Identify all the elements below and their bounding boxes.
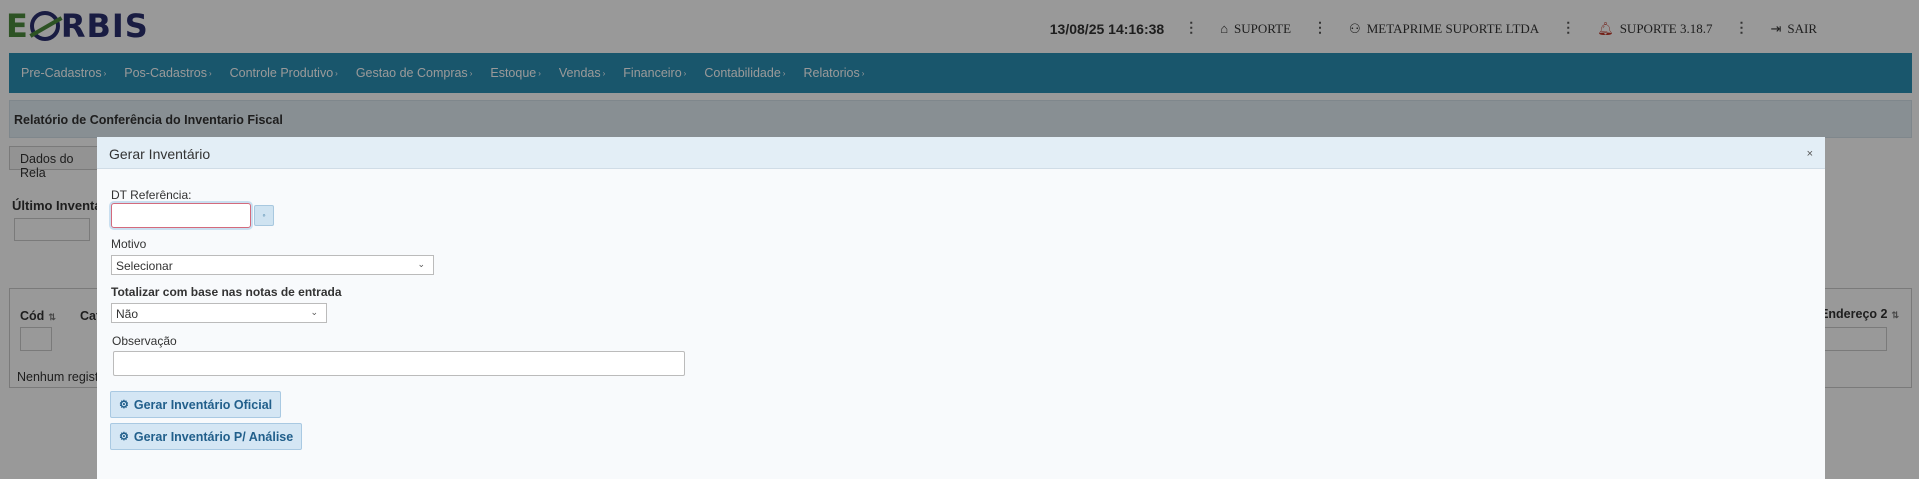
dt-referencia-label: DT Referência: bbox=[111, 188, 192, 202]
observacao-input[interactable] bbox=[113, 351, 685, 376]
gerar-analise-button[interactable]: ⚙ Gerar Inventário P/ Análise bbox=[110, 423, 303, 450]
totalizar-label: Totalizar com base nas notas de entrada bbox=[111, 285, 342, 299]
motivo-label: Motivo bbox=[111, 237, 147, 251]
totalizar-select[interactable]: Não ⌄ bbox=[111, 303, 327, 323]
motivo-selected-value: Selecionar bbox=[116, 259, 173, 273]
calendar-icon[interactable]: ◦ bbox=[254, 205, 274, 226]
dialog-header: Gerar Inventário × bbox=[97, 137, 1825, 169]
gear-icon: ⚙ bbox=[119, 399, 129, 411]
totalizar-selected-value: Não bbox=[116, 307, 139, 321]
observacao-label: Observação bbox=[112, 334, 177, 348]
dialog-title: Gerar Inventário bbox=[109, 146, 211, 162]
motivo-select[interactable]: Selecionar ⌄ bbox=[111, 255, 434, 275]
gerar-oficial-label: Gerar Inventário Oficial bbox=[133, 397, 273, 412]
close-icon[interactable]: × bbox=[1807, 148, 1813, 160]
gear-icon: ⚙ bbox=[119, 431, 129, 443]
chevron-down-icon: ⌄ bbox=[417, 259, 425, 269]
gerar-oficial-button[interactable]: ⚙ Gerar Inventário Oficial bbox=[110, 391, 282, 418]
dt-referencia-input[interactable] bbox=[111, 203, 251, 228]
gerar-analise-label: Gerar Inventário P/ Análise bbox=[133, 429, 294, 444]
gerar-inventario-dialog: Gerar Inventário × DT Referência: ◦ Moti… bbox=[97, 137, 1825, 479]
chevron-down-icon: ⌄ bbox=[310, 307, 318, 317]
